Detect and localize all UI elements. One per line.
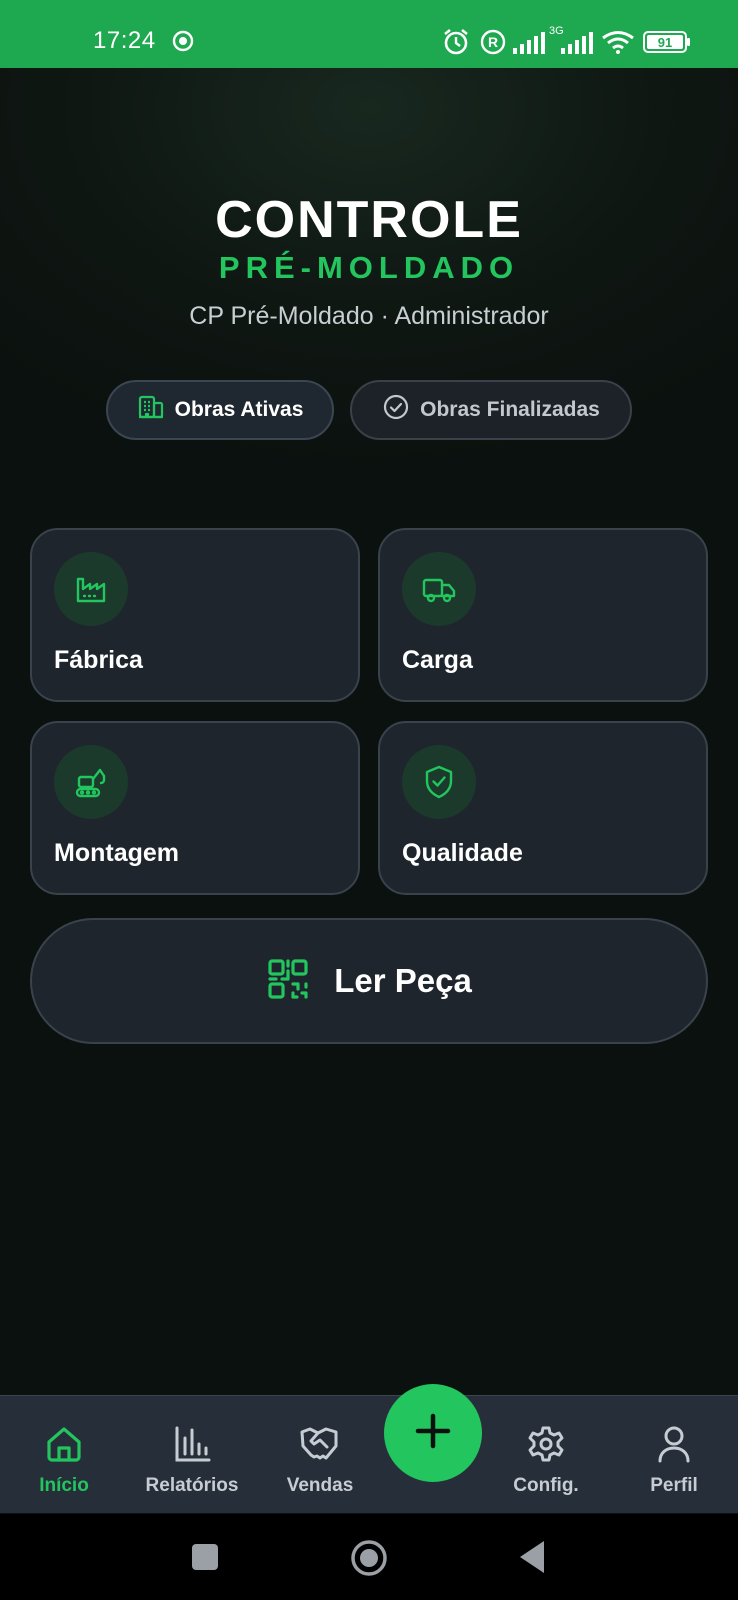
handshake-icon <box>299 1424 341 1469</box>
nav-label: Relatórios <box>145 1475 239 1496</box>
status-time: 17:24 <box>93 27 156 54</box>
plus-icon <box>413 1411 453 1456</box>
shield-check-icon <box>402 745 476 819</box>
notification-icon <box>172 30 194 57</box>
module-card-carga[interactable]: Carga <box>378 528 708 702</box>
nav-label: Vendas <box>286 1475 354 1496</box>
read-piece-button[interactable]: Ler Peça <box>30 918 708 1044</box>
svg-text:R: R <box>488 34 498 50</box>
nav-perfil[interactable]: Perfil <box>624 1396 724 1514</box>
check-circle-icon <box>382 393 410 427</box>
filter-obras-finalizadas-label: Obras Finalizadas <box>420 398 600 421</box>
nav-label: Perfil <box>650 1475 698 1496</box>
system-nav-bar <box>0 1514 738 1600</box>
status-bar: 17:24 R 3G 91 <box>0 0 738 68</box>
module-label: Qualidade <box>402 839 523 867</box>
registered-icon: R <box>480 29 506 60</box>
signal-3g-icon: 3G <box>549 24 595 59</box>
nav-inicio[interactable]: Início <box>14 1396 114 1514</box>
module-card-qualidade[interactable]: Qualidade <box>378 721 708 895</box>
app-subtitle: PRÉ-MOLDADO <box>218 250 520 285</box>
wifi-icon <box>601 30 635 59</box>
module-card-montagem[interactable]: Montagem <box>30 721 360 895</box>
module-card-fabrica[interactable]: Fábrica <box>30 528 360 702</box>
bar-chart-icon <box>172 1424 212 1469</box>
nav-vendas[interactable]: Vendas <box>270 1396 370 1514</box>
filter-obras-ativas-label: Obras Ativas <box>174 398 304 421</box>
module-label: Montagem <box>54 839 179 867</box>
back-system-button[interactable] <box>518 1539 546 1580</box>
building-icon <box>137 393 165 427</box>
truck-icon <box>402 552 476 626</box>
home-system-button[interactable] <box>350 1539 388 1582</box>
add-fab-button[interactable] <box>384 1384 482 1482</box>
excavator-icon <box>54 745 128 819</box>
app-screen: CONTROLE PRÉ-MOLDADO CP Pré-Moldado · Ad… <box>0 68 738 1514</box>
recent-apps-button[interactable] <box>191 1543 219 1576</box>
nav-relatorios[interactable]: Relatórios <box>140 1396 244 1514</box>
factory-icon <box>54 552 128 626</box>
module-label: Carga <box>402 646 473 674</box>
home-icon <box>44 1424 84 1469</box>
alarm-icon <box>442 28 470 61</box>
company-user-info: CP Pré-Moldado · Administrador <box>189 302 549 330</box>
network-type: 3G <box>549 25 564 37</box>
read-piece-label: Ler Peça <box>334 962 472 999</box>
battery-icon: 91 <box>643 31 691 58</box>
filter-obras-ativas[interactable]: Obras Ativas <box>106 380 334 440</box>
nav-config[interactable]: Config. <box>496 1396 596 1514</box>
battery-level: 91 <box>658 35 672 50</box>
module-label: Fábrica <box>54 646 143 674</box>
signal-icon <box>513 30 547 59</box>
filter-obras-finalizadas[interactable]: Obras Finalizadas <box>350 380 632 440</box>
user-icon <box>654 1424 694 1469</box>
qr-code-icon <box>266 957 310 1006</box>
gear-icon <box>526 1424 566 1469</box>
nav-label: Início <box>39 1475 89 1496</box>
bottom-nav: Início Relatórios Vendas Config. Perfil <box>0 1395 738 1513</box>
nav-label: Config. <box>513 1475 579 1496</box>
app-title: CONTROLE <box>215 191 523 249</box>
